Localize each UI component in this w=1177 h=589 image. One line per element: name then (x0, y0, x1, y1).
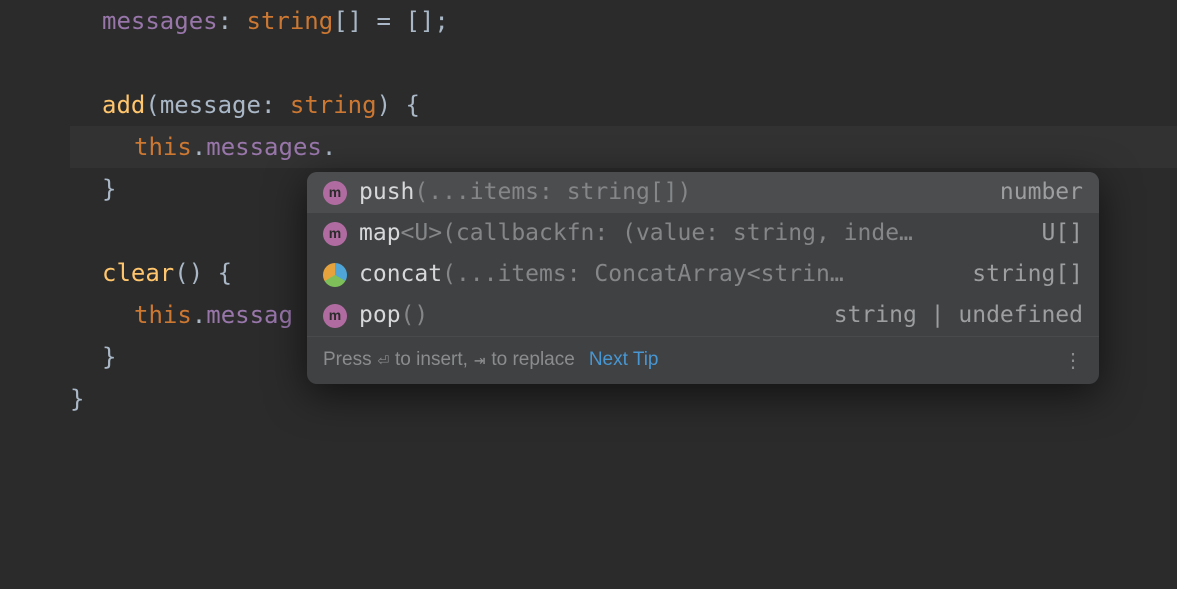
completion-return-type: number (1000, 173, 1083, 212)
token-this: this (134, 295, 192, 336)
completion-params: (...items: string[]) (414, 179, 691, 205)
next-tip-link[interactable]: Next Tip (589, 344, 659, 376)
completion-item[interactable]: m map<U>(callbackfn: (value: string, ind… (307, 213, 1099, 254)
token-punct: . (192, 127, 206, 168)
token-punct: () { (174, 253, 232, 294)
method-icon (323, 263, 347, 287)
token-brace: } (102, 337, 116, 378)
completion-name: map (359, 220, 401, 246)
completion-footer: Press ⏎ to insert, ⇥ to replace Next Tip… (307, 336, 1099, 384)
completion-name: concat (359, 261, 442, 287)
hint-text: Press (323, 344, 372, 376)
completion-params: (...items: ConcatArray<strin… (442, 261, 844, 287)
token-punct: [] = []; (333, 1, 449, 42)
token-type: string (290, 85, 377, 126)
completion-return-type: U[] (1041, 214, 1083, 253)
completion-popup: m push(...items: string[]) number m map<… (307, 172, 1099, 384)
token-method: clear (102, 253, 174, 294)
completion-item[interactable]: m pop() string | undefined (307, 295, 1099, 336)
token-brace: } (70, 379, 84, 420)
hint-text: to insert, (395, 344, 468, 376)
code-line: add(message: string) { (70, 84, 1177, 126)
enter-key-icon: ⏎ (378, 344, 389, 376)
token-punct: : (218, 1, 247, 42)
completion-return-type: string[] (972, 255, 1083, 294)
token-type: string (247, 1, 334, 42)
token-punct: ) { (377, 85, 420, 126)
token-brace: } (102, 169, 116, 210)
token-field: messag (206, 295, 293, 336)
completion-return-type: string | undefined (834, 296, 1083, 335)
token-field: messages (206, 127, 322, 168)
completion-name: push (359, 179, 414, 205)
completion-item[interactable]: m push(...items: string[]) number (307, 172, 1099, 213)
code-line: messages: string[] = []; (70, 0, 1177, 42)
completion-name: pop (359, 302, 401, 328)
token-punct: : (261, 85, 290, 126)
token-punct: ( (145, 85, 159, 126)
tab-key-icon: ⇥ (474, 344, 485, 376)
token-method: add (102, 85, 145, 126)
token-field: messages (102, 1, 218, 42)
completion-params: () (401, 302, 429, 328)
completion-params: <U>(callbackfn: (value: string, inde… (401, 220, 913, 246)
token-punct: . (192, 295, 206, 336)
method-icon: m (323, 222, 347, 246)
code-line: } (70, 378, 1177, 420)
method-icon: m (323, 304, 347, 328)
blank-line (70, 42, 1177, 84)
more-options-icon[interactable]: ⋮ (1063, 344, 1083, 378)
hint-text: to replace (491, 344, 574, 376)
token-punct: . (322, 127, 336, 168)
method-icon: m (323, 181, 347, 205)
token-param: message (160, 85, 261, 126)
token-this: this (134, 127, 192, 168)
code-line-active: this.messages. (70, 126, 1177, 168)
completion-item[interactable]: concat(...items: ConcatArray<strin… stri… (307, 254, 1099, 295)
